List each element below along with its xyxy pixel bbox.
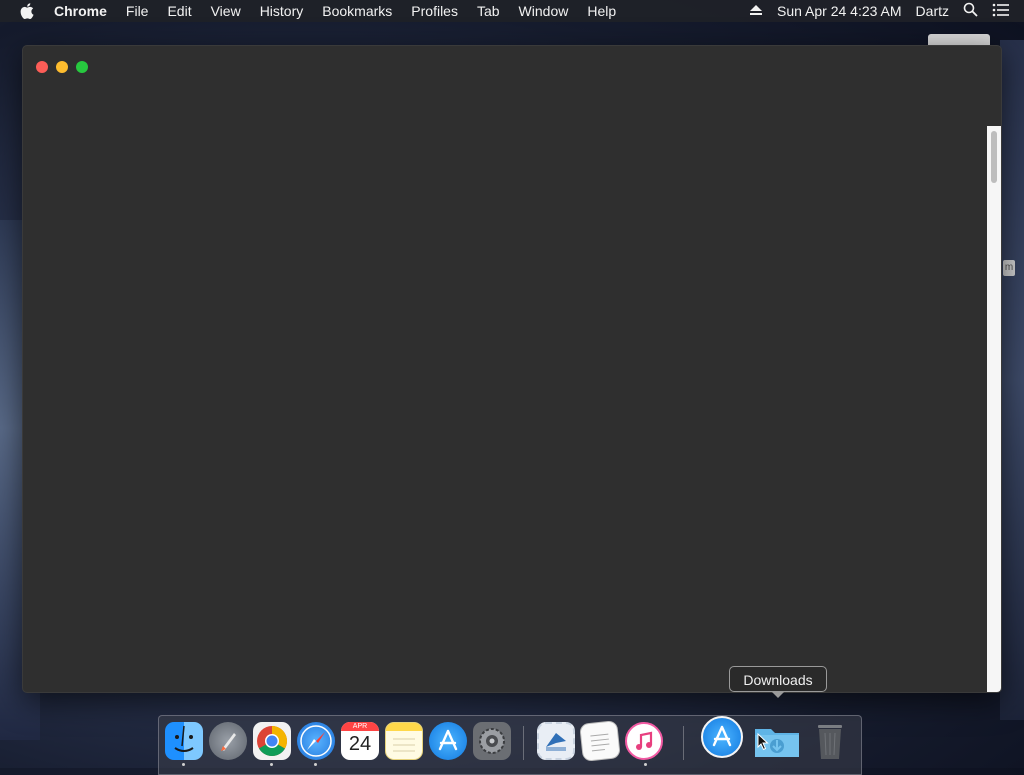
window-controls: [36, 61, 96, 73]
menu-history[interactable]: History: [260, 3, 304, 19]
finder-icon[interactable]: [165, 722, 203, 760]
close-button[interactable]: [36, 61, 48, 73]
menu-bar: Chrome File Edit View History Bookmarks …: [0, 0, 1024, 22]
menu-view[interactable]: View: [211, 3, 241, 19]
vertical-scrollbar[interactable]: [987, 126, 1001, 692]
safari-icon[interactable]: [297, 722, 335, 760]
notification-center-icon[interactable]: [992, 3, 1010, 20]
menu-window[interactable]: Window: [519, 3, 569, 19]
menu-help[interactable]: Help: [587, 3, 616, 19]
menu-bar-extras: Sun Apr 24 4:23 AM Dartz: [749, 0, 1024, 22]
finder-running-indicator: [182, 763, 185, 766]
maximize-button[interactable]: [76, 61, 88, 73]
app-store-installer-icon[interactable]: [701, 716, 743, 758]
textedit-icon[interactable]: [579, 720, 621, 762]
background-window-tab[interactable]: m: [1003, 260, 1015, 276]
wallpaper-right: [1000, 40, 1024, 720]
dock-tooltip: Downloads: [729, 666, 827, 698]
safari-running-indicator: [314, 763, 317, 766]
calendar-day: 24: [348, 733, 372, 755]
eject-icon[interactable]: [749, 3, 763, 19]
calendar-month: APR: [341, 722, 379, 731]
menu-clock[interactable]: Sun Apr 24 4:23 AM: [777, 3, 902, 19]
itunes-running-indicator: [644, 763, 647, 766]
scrollbar-thumb[interactable]: [991, 131, 997, 183]
system-preferences-icon[interactable]: [473, 722, 511, 760]
menu-edit[interactable]: Edit: [167, 3, 191, 19]
minimize-button[interactable]: [56, 61, 68, 73]
chrome-window[interactable]: [22, 45, 1002, 693]
menu-user[interactable]: Dartz: [916, 3, 949, 19]
dock-separator: [523, 726, 524, 760]
itunes-icon[interactable]: [625, 722, 663, 760]
app-store-icon[interactable]: [429, 722, 467, 760]
google-chrome-icon[interactable]: [253, 722, 291, 760]
spotlight-search-icon[interactable]: [963, 2, 978, 20]
dock-separator: [683, 726, 684, 760]
mail-icon[interactable]: [537, 722, 575, 760]
menu-profiles[interactable]: Profiles: [411, 3, 458, 19]
calendar-icon[interactable]: APR 24: [341, 722, 379, 760]
menu-file[interactable]: File: [126, 3, 149, 19]
mouse-cursor-icon: [757, 732, 769, 756]
trash-icon[interactable]: [811, 722, 849, 760]
menu-bookmarks[interactable]: Bookmarks: [322, 3, 392, 19]
chrome-running-indicator: [270, 763, 273, 766]
menu-tab[interactable]: Tab: [477, 3, 500, 19]
apple-menu-icon[interactable]: [20, 3, 36, 19]
notes-icon[interactable]: [385, 722, 423, 760]
launchpad-icon[interactable]: [209, 722, 247, 760]
menu-app-name[interactable]: Chrome: [54, 3, 107, 19]
